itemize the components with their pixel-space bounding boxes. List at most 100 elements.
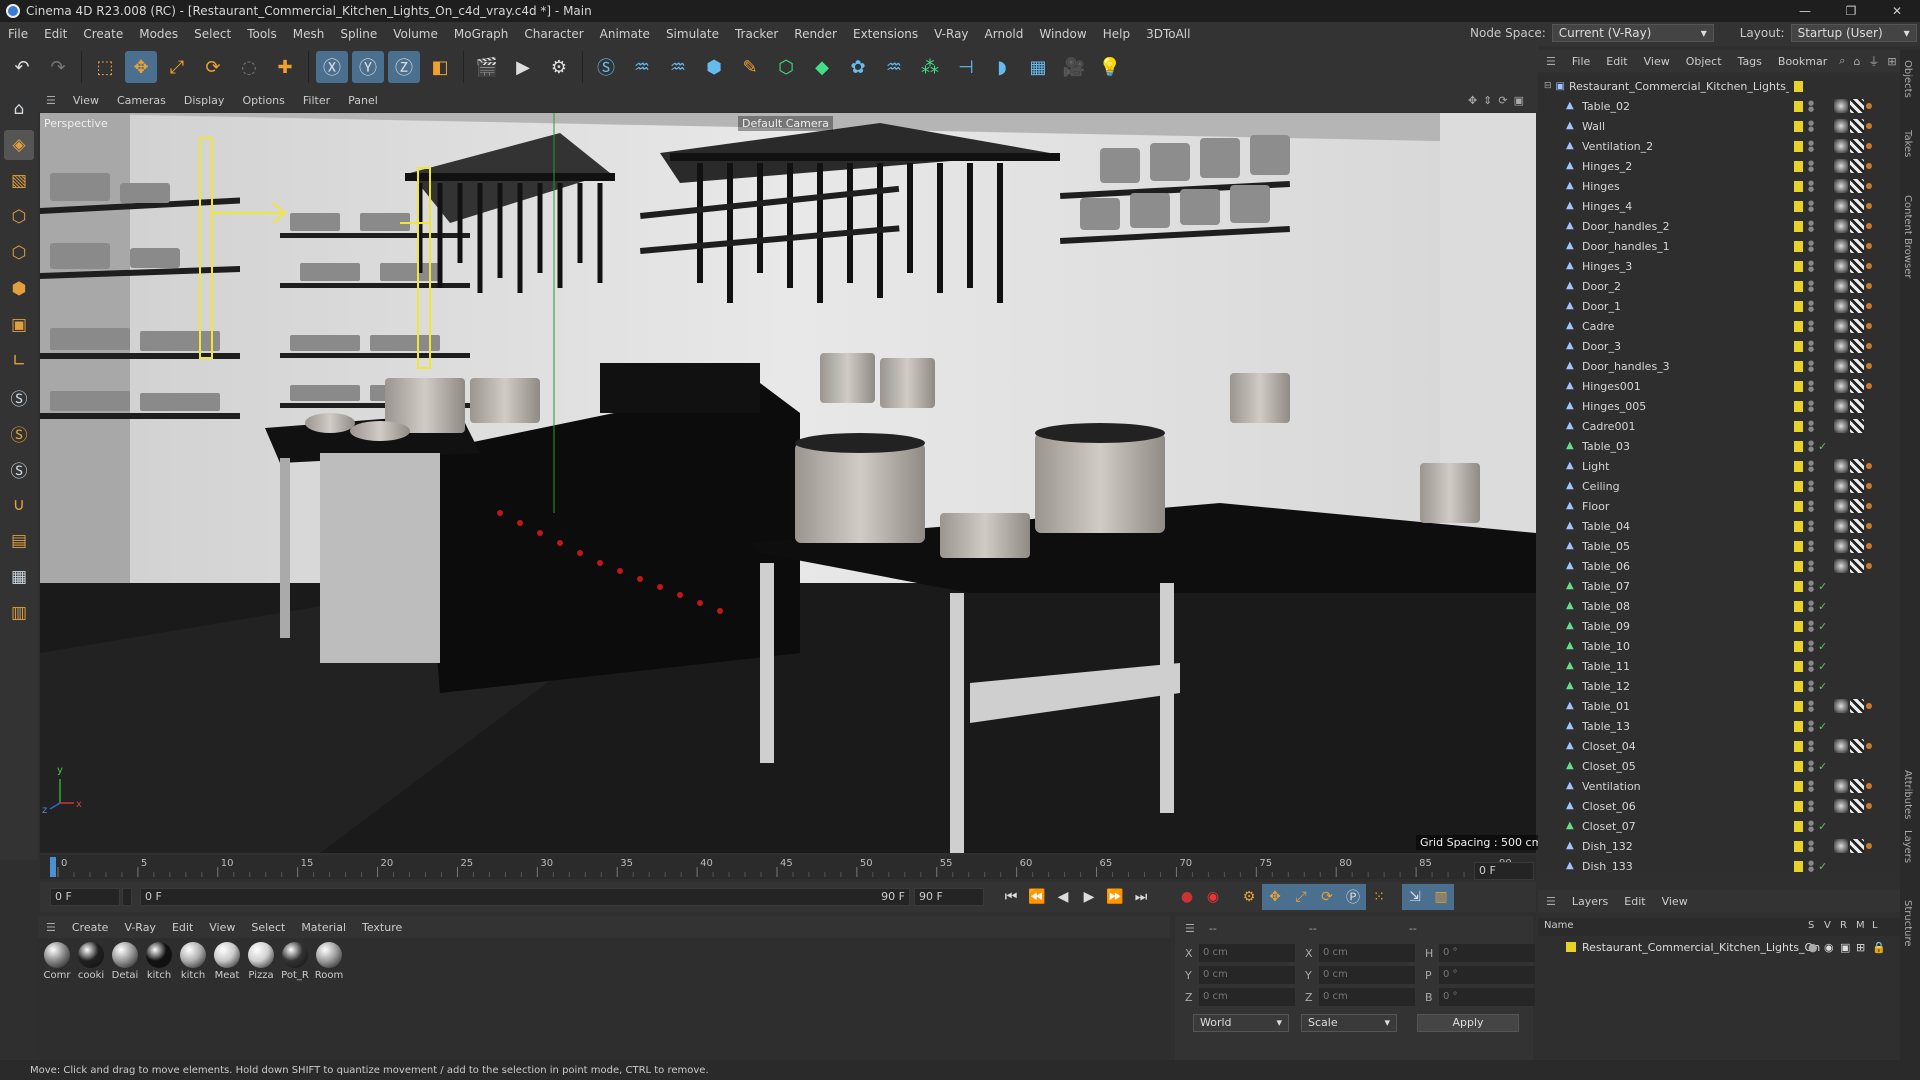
layer-color-swatch[interactable] — [1794, 480, 1803, 492]
enabled-check-icon[interactable]: ✓ — [1818, 440, 1827, 453]
compositing-tag-icon[interactable] — [1866, 703, 1872, 709]
visibility-dots-icon[interactable]: ● ● — [1808, 600, 1814, 613]
texture-tag-icon[interactable] — [1850, 779, 1864, 793]
layer-color-swatch[interactable] — [1794, 500, 1803, 512]
timeline-ruler[interactable]: 051015202530354045505560657075808590 — [40, 855, 1536, 879]
lock-icon[interactable]: 🔒 — [1872, 941, 1886, 954]
layer-manager-column[interactable]: M — [1856, 920, 1865, 931]
menu-tools[interactable]: Tools — [239, 27, 285, 41]
vray-material-tag-icon[interactable] — [1834, 419, 1848, 433]
workplane-icon[interactable]: ▤ — [4, 526, 34, 556]
menu-mesh[interactable]: Mesh — [285, 27, 333, 41]
hamburger-icon[interactable]: ☰ — [1185, 922, 1195, 935]
extrude-icon[interactable]: ◆ — [806, 51, 838, 83]
vray-material-tag-icon[interactable] — [1834, 839, 1848, 853]
texture-tag-icon[interactable] — [1850, 479, 1864, 493]
enabled-check-icon[interactable]: ✓ — [1818, 720, 1827, 733]
object-row[interactable]: ▲ Floor ● ● — [1538, 496, 1900, 516]
menu-simulate[interactable]: Simulate — [658, 27, 727, 41]
texture-tag-icon[interactable] — [1850, 179, 1864, 193]
layer-view-column[interactable]: V — [1824, 920, 1831, 931]
viewport-menu-options[interactable]: Options — [233, 94, 293, 107]
object-row[interactable]: ▲ Hinges001 ● ● — [1538, 376, 1900, 396]
compositing-tag-icon[interactable] — [1866, 743, 1872, 749]
camera-label[interactable]: Default Camera — [738, 116, 833, 131]
vray-material-tag-icon[interactable] — [1834, 239, 1848, 253]
hamburger-icon[interactable]: ☰ — [1538, 895, 1564, 908]
object-row[interactable]: ▲ Table_13 ● ● ✓ — [1538, 716, 1900, 736]
vray-material-tag-icon[interactable] — [1834, 799, 1848, 813]
material-menu-edit[interactable]: Edit — [164, 921, 201, 934]
object-row[interactable]: ▲ Door_3 ● ● — [1538, 336, 1900, 356]
visibility-dots-icon[interactable]: ● ● — [1808, 400, 1814, 413]
material-swatch[interactable]: cooki — [76, 942, 106, 1056]
enabled-check-icon[interactable]: ✓ — [1818, 680, 1827, 693]
visibility-dots-icon[interactable]: ● ● — [1808, 520, 1814, 533]
rotate-tool-icon[interactable]: ⟳ — [197, 51, 229, 83]
enabled-check-icon[interactable]: ✓ — [1818, 760, 1827, 773]
enabled-check-icon[interactable]: ✓ — [1818, 640, 1827, 653]
texture-tag-icon[interactable] — [1850, 559, 1864, 573]
menu-arnold[interactable]: Arnold — [977, 27, 1032, 41]
key-parameter-icon[interactable]: Ⓟ — [1340, 884, 1366, 910]
floor-icon[interactable]: ▦ — [1022, 51, 1054, 83]
menu-spline[interactable]: Spline — [332, 27, 385, 41]
object-menu-bookmar[interactable]: Bookmar — [1770, 55, 1835, 68]
rot-value-field[interactable]: 0 ° — [1439, 966, 1535, 984]
subdivision-icon[interactable]: ⬡ — [770, 51, 802, 83]
layer-color-swatch[interactable] — [1794, 700, 1803, 712]
material-swatch[interactable]: Room — [314, 942, 344, 1056]
eye-icon[interactable]: ◉ — [1824, 941, 1834, 954]
vray-material-tag-icon[interactable] — [1834, 259, 1848, 273]
object-root-row[interactable]: ⊟ ▣ Restaurant_Commercial_Kitchen_Lights… — [1538, 76, 1900, 96]
light-bulb-icon[interactable]: 💡 — [1094, 51, 1126, 83]
object-row[interactable]: ▲ Table_06 ● ● — [1538, 556, 1900, 576]
texture-tag-icon[interactable] — [1850, 139, 1864, 153]
autokey-icon[interactable]: ◉ — [1200, 884, 1226, 910]
compositing-tag-icon[interactable] — [1866, 163, 1872, 169]
viewport-menu-cameras[interactable]: Cameras — [108, 94, 175, 107]
object-row[interactable]: ▲ Ventilation_2 ● ● — [1538, 136, 1900, 156]
visibility-dots-icon[interactable]: ● ● — [1808, 260, 1814, 273]
vray-material-tag-icon[interactable] — [1834, 399, 1848, 413]
texture-tag-icon[interactable] — [1850, 839, 1864, 853]
side-tab-layers[interactable]: Layers — [1902, 830, 1913, 863]
compositing-tag-icon[interactable] — [1866, 383, 1872, 389]
enabled-check-icon[interactable]: ✓ — [1818, 620, 1827, 633]
visibility-dots-icon[interactable]: ● ● — [1808, 540, 1814, 553]
visibility-dots-icon[interactable]: ● ● — [1808, 380, 1814, 393]
layer-color-swatch[interactable] — [1794, 160, 1803, 172]
axis-mode-icon[interactable]: ∟ — [4, 346, 34, 376]
layer-color-swatch[interactable] — [1794, 300, 1803, 312]
pos-value-field[interactable]: 0 cm — [1199, 966, 1295, 984]
menu-help[interactable]: Help — [1095, 27, 1138, 41]
layer-color-swatch[interactable] — [1794, 100, 1803, 112]
layer-color-swatch[interactable] — [1794, 260, 1803, 272]
visibility-dots-icon[interactable]: ● ● — [1808, 660, 1814, 673]
texture-tag-icon[interactable] — [1850, 99, 1864, 113]
vray-material-tag-icon[interactable] — [1834, 539, 1848, 553]
menu-window[interactable]: Window — [1031, 27, 1094, 41]
spline-icon[interactable]: ⊣ — [950, 51, 982, 83]
texture-tag-icon[interactable] — [1850, 279, 1864, 293]
object-row[interactable]: ▲ Table_04 ● ● — [1538, 516, 1900, 536]
object-menu-tags[interactable]: Tags — [1730, 55, 1770, 68]
object-row[interactable]: ▲ Closet_07 ● ● ✓ — [1538, 816, 1900, 836]
compositing-tag-icon[interactable] — [1866, 123, 1872, 129]
layer-color-swatch[interactable] — [1794, 620, 1803, 632]
material-swatch[interactable]: Pot_R — [280, 942, 310, 1056]
compositing-tag-icon[interactable] — [1866, 223, 1872, 229]
size-value-field[interactable]: 0 cm — [1319, 966, 1415, 984]
material-menu-view[interactable]: View — [201, 921, 243, 934]
key-pla-icon[interactable]: ⁙ — [1366, 884, 1392, 910]
layer-name-column[interactable]: Name — [1544, 920, 1574, 931]
visibility-dots-icon[interactable]: ● ● — [1808, 100, 1814, 113]
texture-tag-icon[interactable] — [1850, 739, 1864, 753]
vray-icon[interactable]: Ⓢ — [590, 51, 622, 83]
object-row[interactable]: ▲ Ceiling ● ● — [1538, 476, 1900, 496]
layer-color-swatch[interactable] — [1794, 340, 1803, 352]
layer-color-swatch[interactable] — [1794, 440, 1803, 452]
menu-tracker[interactable]: Tracker — [727, 27, 786, 41]
key-rotation-icon[interactable]: ⟳ — [1314, 884, 1340, 910]
edge-mode-icon[interactable]: ⬡ — [4, 238, 34, 268]
